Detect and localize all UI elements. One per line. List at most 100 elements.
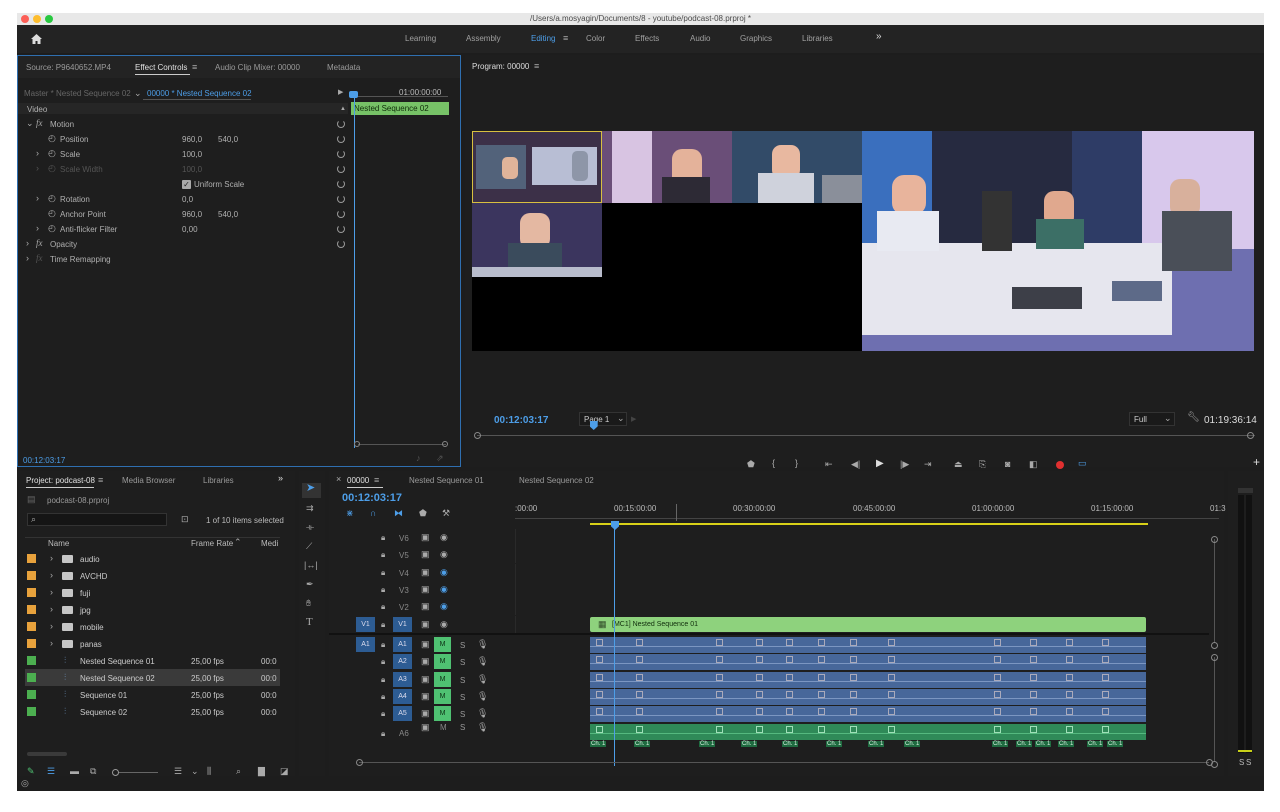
microphone-icon[interactable]: 🎙︎ — [477, 640, 488, 649]
project-item-row[interactable]: › fuji — [25, 584, 280, 601]
workspace-tab-graphics[interactable]: Graphics — [740, 34, 772, 43]
sync-lock-icon[interactable]: ▣ — [421, 723, 430, 732]
reset-anti-flicker-icon[interactable] — [337, 225, 345, 233]
panel-menu-icon[interactable]: ≡ — [534, 62, 539, 71]
sort-ascending-icon[interactable]: ⌃ — [234, 538, 242, 547]
workspace-tab-editing[interactable]: Editing — [531, 34, 555, 43]
solo-button[interactable]: S — [460, 723, 465, 732]
program-monitor-title[interactable]: Program: 00000 — [472, 62, 529, 71]
program-playhead[interactable] — [589, 421, 598, 430]
label-color-swatch[interactable] — [27, 588, 36, 597]
hand-tool-icon[interactable]: ✋︎ — [306, 599, 311, 608]
reset-opacity-icon[interactable] — [337, 240, 345, 248]
expand-motion-arrow-icon[interactable]: ⌄ — [26, 119, 34, 128]
label-color-swatch[interactable] — [27, 639, 36, 648]
type-tool-icon[interactable]: T — [306, 617, 313, 628]
stopwatch-icon[interactable]: ◴ — [48, 224, 56, 233]
reset-scale-width-icon[interactable] — [337, 165, 345, 173]
solo-button[interactable]: S — [460, 658, 465, 667]
microphone-icon[interactable]: 🎙︎ — [477, 709, 488, 718]
audio-clip[interactable] — [590, 724, 1146, 740]
zoom-scrollbar[interactable] — [358, 444, 446, 445]
pencil-icon[interactable]: ✎ — [27, 767, 35, 776]
step-forward-icon[interactable]: |▶ — [900, 460, 909, 469]
disclosure-arrow-icon[interactable]: › — [50, 605, 53, 614]
track-name[interactable]: V6 — [399, 534, 409, 543]
label-color-swatch[interactable] — [27, 571, 36, 580]
find-icon[interactable]: ⌕ — [236, 767, 241, 776]
video-v-scrollbar[interactable] — [1214, 539, 1215, 643]
audio-clip[interactable] — [590, 706, 1146, 722]
next-page-icon[interactable]: ▶ — [631, 415, 636, 424]
label-color-swatch[interactable] — [27, 690, 36, 699]
mute-button[interactable]: M — [434, 689, 451, 704]
track-target-v1[interactable]: V1 — [393, 617, 412, 632]
wrench-icon[interactable]: 🔧︎ — [1187, 413, 1200, 423]
pen-tool-icon[interactable]: ✒ — [306, 580, 314, 589]
render-status-icon[interactable]: ◎ — [21, 779, 29, 788]
sync-lock-icon[interactable]: ▣ — [421, 602, 430, 611]
export-frame-icon[interactable]: ⇗ — [436, 454, 444, 463]
anti-flicker-value[interactable]: 0,00 — [182, 225, 198, 234]
eye-icon[interactable]: ◉ — [440, 533, 448, 542]
project-item-row[interactable]: › audio — [25, 550, 280, 567]
minimize-window-button[interactable] — [33, 15, 41, 23]
panel-menu-icon[interactable]: ≡ — [374, 476, 379, 485]
add-marker-icon[interactable]: ⬟ — [419, 509, 427, 518]
tab-audio-clip-mixer[interactable]: Audio Clip Mixer: 00000 — [215, 63, 300, 72]
eye-hidden-icon[interactable]: ◉ — [440, 585, 448, 594]
eye-hidden-icon[interactable]: ◉ — [440, 602, 448, 611]
close-window-button[interactable] — [21, 15, 29, 23]
zoom-select[interactable]: Full ⌄ — [1129, 412, 1175, 426]
play-only-icon[interactable]: ▶ — [338, 88, 343, 97]
stopwatch-icon[interactable]: ◴ — [48, 209, 56, 218]
playhead-handle[interactable] — [349, 91, 358, 98]
audio-clip[interactable] — [590, 654, 1146, 670]
sync-lock-icon[interactable]: ▣ — [421, 533, 430, 542]
comparison-view-icon[interactable]: ◧ — [1029, 460, 1038, 469]
timeline-tab-nested-02[interactable]: Nested Sequence 02 — [519, 476, 594, 485]
anchor-x-value[interactable]: 960,0 — [182, 210, 202, 219]
home-icon[interactable] — [30, 33, 43, 45]
selection-tool-icon[interactable]: ➤ — [306, 483, 315, 494]
v-scroll-handle[interactable] — [1211, 642, 1218, 649]
tab-project[interactable]: Project: podcast-08 — [26, 476, 95, 485]
workspace-tab-learning[interactable]: Learning — [405, 34, 436, 43]
column-name[interactable]: Name — [48, 539, 69, 548]
timeline-tab-00000[interactable]: 00000 — [347, 476, 369, 485]
play-icon[interactable]: ▶ — [876, 459, 884, 469]
project-item-row[interactable]: ⫶ Nested Sequence 02 25,00 fps 00:0 — [25, 669, 280, 686]
stopwatch-icon[interactable]: ◴ — [48, 134, 56, 143]
time-ruler[interactable]: :00:00 00:15:00:00 00:30:00:00 00:45:00:… — [515, 499, 1226, 529]
sequence-clip-label[interactable]: 00000 * Nested Sequence 02 — [147, 89, 252, 98]
expand-opacity-arrow-icon[interactable]: › — [26, 239, 29, 248]
track-name[interactable]: V5 — [399, 551, 409, 560]
lock-icon[interactable]: 🔒︎ — [381, 709, 385, 718]
reset-position-icon[interactable] — [337, 135, 345, 143]
disclosure-arrow-icon[interactable]: › — [50, 639, 53, 648]
lock-icon[interactable]: 🔒︎ — [381, 585, 385, 594]
v-scroll-handle[interactable] — [1211, 536, 1218, 543]
project-item-row[interactable]: ⫶ Sequence 02 25,00 fps 00:0 — [25, 703, 280, 720]
timeline-tab-nested-01[interactable]: Nested Sequence 01 — [409, 476, 484, 485]
step-back-icon[interactable]: ◀| — [851, 460, 860, 469]
new-item-icon[interactable]: ◪ — [280, 767, 289, 776]
source-patch-v1[interactable]: V1 — [356, 617, 375, 632]
sync-lock-icon[interactable]: ▣ — [421, 568, 430, 577]
position-x-value[interactable]: 960,0 — [182, 135, 202, 144]
project-item-row[interactable]: › mobile — [25, 618, 280, 635]
workspaces-overflow-button[interactable]: » — [876, 31, 882, 42]
microphone-icon[interactable]: 🎙︎ — [477, 692, 488, 701]
lock-icon[interactable]: 🔒︎ — [381, 533, 385, 542]
master-clip-label[interactable]: Master * Nested Sequence 02 — [24, 89, 131, 98]
microphone-icon[interactable]: 🎙︎ — [477, 657, 488, 666]
scrub-start-handle[interactable] — [474, 432, 481, 439]
new-bin-icon[interactable]: ▇ — [258, 767, 265, 776]
lock-icon[interactable]: 🔒︎ — [381, 550, 385, 559]
label-color-swatch[interactable] — [27, 707, 36, 716]
audio-v-scrollbar[interactable] — [1214, 657, 1215, 761]
solo-button[interactable]: S — [460, 641, 465, 650]
zoom-slider[interactable] — [118, 772, 158, 773]
sync-lock-icon[interactable]: ▣ — [421, 620, 430, 629]
microphone-icon[interactable]: 🎙︎ — [477, 675, 488, 684]
